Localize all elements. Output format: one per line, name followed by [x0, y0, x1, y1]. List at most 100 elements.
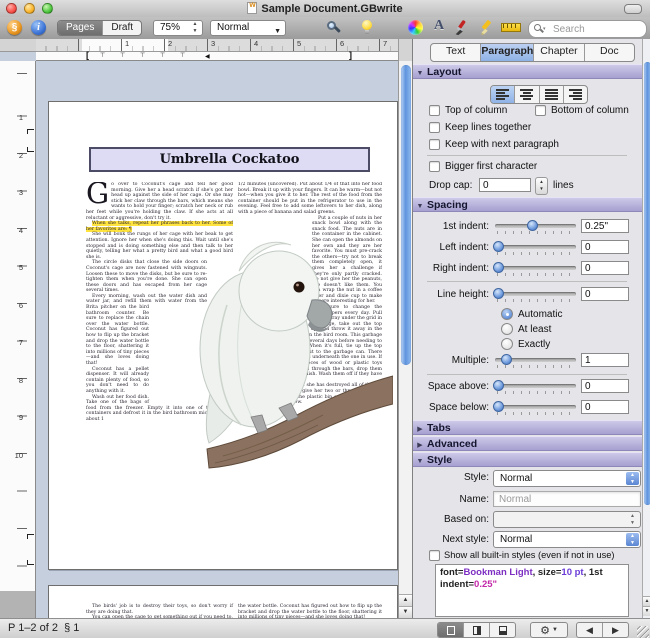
style-popup[interactable]: Normal ▼	[210, 20, 286, 36]
single-page-view-button[interactable]	[438, 623, 464, 637]
page2-column-2[interactable]: the water bottle. Coconut has figured ou…	[238, 604, 382, 618]
space-above-slider[interactable]	[493, 380, 576, 394]
left-indent-field[interactable]	[581, 240, 629, 254]
space-above-field[interactable]	[581, 379, 629, 393]
show-all-styles-checkbox[interactable]	[429, 550, 440, 561]
article-title-box[interactable]: Umbrella Cockatoo	[89, 147, 370, 172]
previous-page-button[interactable]: ◀	[577, 623, 603, 637]
header-margin-marker-icon[interactable]	[27, 147, 34, 152]
line-height-field[interactable]	[581, 287, 629, 301]
resize-grip[interactable]	[637, 626, 649, 638]
at-least-radio[interactable]	[501, 323, 513, 335]
zoom-popup[interactable]: 75% ▲ ▼	[153, 20, 203, 36]
style-name-popup[interactable]: Normal ▲ ▼	[493, 470, 641, 487]
tab-paragraph[interactable]: Paragraph	[481, 44, 535, 61]
info-button[interactable]: i	[31, 20, 46, 35]
bottom-of-column-checkbox[interactable]	[535, 105, 546, 116]
paintbrush-icon[interactable]	[453, 20, 469, 36]
tabs-section-header[interactable]: ▶ Tabs	[413, 420, 642, 435]
scroll-down-icon[interactable]: ▼	[399, 606, 412, 618]
left-indent-slider[interactable]	[493, 241, 576, 255]
footer-margin-marker-icon[interactable]	[27, 534, 34, 539]
drop-cap-stepper[interactable]: ▲ ▼	[535, 177, 548, 195]
first-indent-slider[interactable]	[495, 220, 576, 234]
style-description-box[interactable]: font=Bookman Light, size=10 pt, 1st inde…	[435, 564, 629, 617]
magnifier-tool-icon[interactable]	[326, 20, 342, 36]
inspector-scrollbar[interactable]: ▲ ▼	[642, 39, 650, 618]
tab-stop-icon[interactable]: ⊤	[100, 52, 105, 59]
scrollbar-thumb[interactable]	[400, 65, 411, 365]
slider-thumb[interactable]	[493, 288, 504, 299]
first-indent-field[interactable]	[581, 219, 629, 233]
tab-stop-icon[interactable]: ⊤	[120, 52, 125, 59]
left-margin-bracket-icon[interactable]: [	[86, 50, 89, 60]
color-wheel-icon[interactable]	[408, 20, 423, 35]
scroll-up-icon[interactable]: ▲	[399, 594, 412, 606]
horizontal-ruler[interactable]: 1 2 3 4 5 6 7 8	[36, 39, 412, 52]
search-field[interactable]: ▾	[528, 20, 647, 38]
tab-doc[interactable]: Doc	[585, 44, 634, 61]
line-height-slider[interactable]	[493, 288, 576, 302]
draft-view-button[interactable]: Draft	[103, 21, 141, 35]
pages-view-button[interactable]: Pages	[58, 21, 104, 35]
page-2[interactable]: The birds' job is to destroy their toys,…	[48, 585, 398, 618]
keep-with-next-checkbox[interactable]	[429, 139, 440, 150]
top-margin-marker-icon[interactable]	[27, 129, 34, 134]
page1-column-2[interactable]: 1/2 minutes (uncovered). Put about 1/4 o…	[238, 182, 382, 567]
slider-thumb[interactable]	[493, 241, 504, 252]
paragraph[interactable]: The birds' job is to destroy their toys,…	[86, 604, 233, 615]
align-left-button[interactable]	[491, 86, 516, 103]
keep-lines-together-checkbox[interactable]	[429, 122, 440, 133]
toolbar-toggle-button[interactable]	[624, 4, 642, 14]
margin-tab-ruler[interactable]: [ ] ⊤ ⊤ ⊤ ⊤ ⊤ ◀	[36, 50, 412, 61]
lightbulb-icon[interactable]	[359, 20, 375, 36]
advanced-section-header[interactable]: ▶ Advanced	[413, 436, 642, 451]
drop-cap-field[interactable]	[479, 178, 531, 192]
page1-column-1[interactable]: Go over to Coconut's cage and tell her g…	[86, 182, 233, 567]
vertical-ruler[interactable]: 1 2 3 4 5 6 7 8 9 10	[0, 61, 36, 591]
multiple-field[interactable]	[581, 353, 629, 367]
ruler-tool-icon[interactable]	[501, 23, 521, 32]
slider-thumb[interactable]	[501, 354, 512, 365]
spacing-section-header[interactable]: ▼ Spacing	[413, 197, 642, 212]
tab-chapter[interactable]: Chapter	[534, 44, 585, 61]
tab-text[interactable]: Text	[431, 44, 482, 61]
layout-section-header[interactable]: ▼ Layout	[413, 64, 642, 79]
action-menu[interactable]: ⚙ ▼	[530, 622, 568, 638]
section-mark-button[interactable]: §	[7, 20, 22, 35]
tab-stop-icon[interactable]: ⊤	[140, 52, 145, 59]
paragraph[interactable]: 1/2 minutes (uncovered). Put about 1/4 o…	[238, 182, 382, 216]
style-section-header[interactable]: ▼ Style	[413, 452, 642, 467]
bigger-first-character-checkbox[interactable]	[429, 161, 440, 172]
next-style-popup[interactable]: Normal ▲ ▼	[493, 531, 641, 548]
tab-stop-icon[interactable]: ⊤	[180, 52, 185, 59]
bottom-margin-marker-icon[interactable]	[27, 560, 34, 565]
right-indent-field[interactable]	[581, 261, 629, 275]
highlighter-icon[interactable]	[478, 20, 494, 36]
space-below-field[interactable]	[581, 400, 629, 414]
exactly-radio[interactable]	[501, 338, 513, 350]
highlighted-paragraph[interactable]: When she talks, repeat her phrases back …	[86, 221, 233, 232]
fonts-panel-icon[interactable]: A	[434, 18, 450, 34]
right-indent-marker-icon[interactable]: ◀	[205, 53, 210, 60]
document-vertical-scrollbar[interactable]: ▲ ▼	[398, 61, 412, 618]
top-of-column-checkbox[interactable]	[429, 105, 440, 116]
scrollbar-thumb[interactable]	[643, 62, 650, 505]
slider-thumb[interactable]	[527, 220, 538, 231]
multiple-slider[interactable]	[495, 354, 576, 368]
scroll-up-icon[interactable]: ▲	[643, 596, 650, 606]
name-field[interactable]	[493, 491, 641, 507]
automatic-radio[interactable]	[501, 308, 513, 320]
paragraph[interactable]: the water bottle. Coconut has figured ou…	[238, 604, 382, 618]
search-input[interactable]	[551, 22, 643, 36]
align-center-button[interactable]	[515, 86, 540, 103]
facing-pages-view-button[interactable]	[464, 623, 490, 637]
based-on-popup[interactable]: ▲ ▼	[493, 511, 641, 528]
align-justify-button[interactable]	[540, 86, 564, 103]
split-view-button[interactable]	[490, 623, 515, 637]
right-margin-bracket-icon[interactable]: ]	[349, 50, 352, 60]
scroll-down-icon[interactable]: ▼	[643, 606, 650, 616]
page2-column-1[interactable]: The birds' job is to destroy their toys,…	[86, 604, 233, 618]
paragraph[interactable]: Check every day to see if she has destro…	[238, 383, 382, 405]
tab-stop-icon[interactable]: ⊤	[160, 52, 165, 59]
